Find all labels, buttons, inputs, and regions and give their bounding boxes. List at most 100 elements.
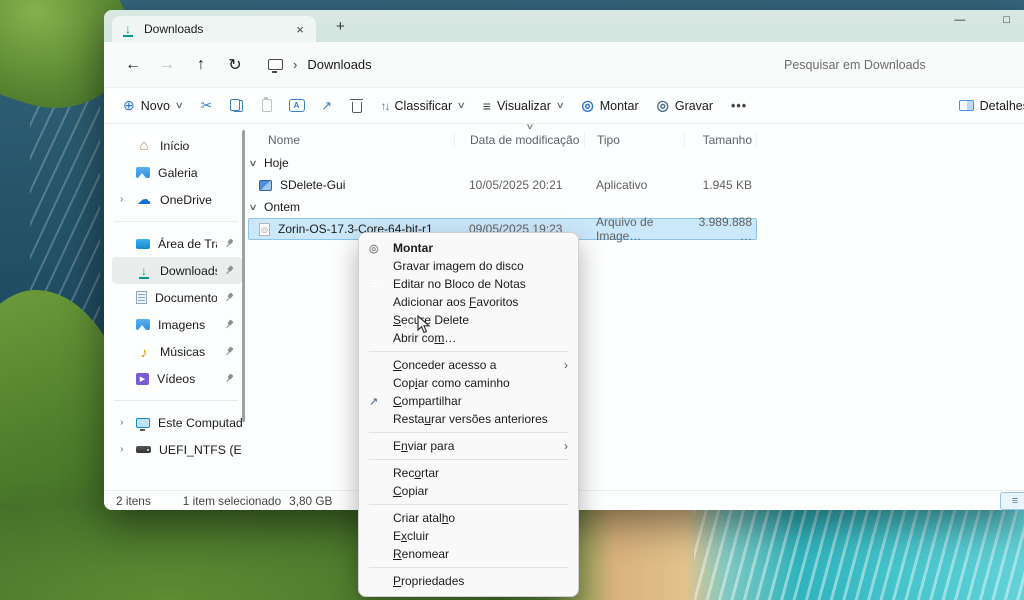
desktop: ↓ Downloads × + — □ ← → ↑ ↻ › Downloads: [0, 0, 1024, 600]
sidebar-item-label: UEFI_NTFS (E:): [159, 443, 242, 457]
view-button[interactable]: ≡ Visualizar ∨: [474, 92, 573, 120]
search-input[interactable]: [784, 52, 974, 78]
group-label: Ontem: [264, 200, 300, 214]
file-size-cell: 3.989.888 …: [684, 215, 756, 243]
menu-item[interactable]: Recortar: [363, 464, 574, 482]
menu-item[interactable]: Renomear: [363, 545, 574, 563]
menu-item[interactable]: Excluir: [363, 527, 574, 545]
drive-icon: [136, 446, 151, 453]
back-button[interactable]: ←: [116, 56, 150, 74]
menu-item-label: Conceder acesso a: [393, 358, 564, 372]
explorer-tab-downloads[interactable]: ↓ Downloads ×: [112, 16, 316, 42]
sidebar-item-documentos[interactable]: Documentos: [112, 284, 242, 311]
selection-count: 1 item selecionado: [183, 494, 281, 508]
sort-arrows-icon: ↑↓: [381, 99, 389, 113]
menu-divider: [369, 567, 568, 568]
menu-item-label: Copiar: [393, 484, 568, 498]
menu-item[interactable]: Propriedades: [363, 572, 574, 590]
menu-item[interactable]: Restaurar versões anteriores: [363, 410, 574, 428]
maximize-button[interactable]: □: [997, 12, 1016, 28]
notepad-icon: [369, 278, 393, 290]
sidebar-item-inicio[interactable]: ⌂Início: [112, 132, 242, 159]
view-label: Visualizar: [497, 99, 551, 113]
menu-divider: [369, 459, 568, 460]
sidebar-item-este-computador[interactable]: ›Este Computador: [112, 409, 242, 436]
details-view-toggle[interactable]: ≡: [1000, 492, 1024, 510]
menu-item-label: Criar atalho: [393, 511, 568, 525]
sort-button[interactable]: ↑↓ Classificar ∨: [372, 92, 474, 120]
menu-item-label: Recortar: [393, 466, 568, 480]
copy-icon: [230, 99, 243, 112]
column-header-3[interactable]: Tipo: [585, 132, 685, 148]
sidebar-scrollbar[interactable]: [242, 130, 245, 422]
menu-item[interactable]: Copiar: [363, 482, 574, 500]
column-header-1[interactable]: Nome: [248, 132, 455, 148]
file-row[interactable]: SDelete-Gui10/05/2025 20:21Aplicativo1.9…: [248, 174, 757, 196]
chevron-down-icon: ∨: [175, 100, 184, 111]
file-rows: ∨HojeSDelete-Gui10/05/2025 20:21Aplicati…: [248, 152, 1024, 240]
pin-icon: [223, 237, 236, 250]
tab-strip: ↓ Downloads × + — □: [104, 10, 1024, 42]
menu-item[interactable]: Gravar imagem do disco: [363, 257, 574, 275]
items-count: 2 itens: [116, 494, 151, 508]
menu-item[interactable]: Criar atalho: [363, 509, 574, 527]
pc-icon: [136, 418, 150, 428]
menu-item[interactable]: Conceder acesso a›: [363, 356, 574, 374]
rename-button[interactable]: A: [282, 92, 312, 120]
expander-icon[interactable]: ›: [120, 444, 128, 455]
mount-button[interactable]: ◎ Montar: [573, 92, 648, 120]
chevron-right-icon: ›: [293, 57, 297, 72]
group-header[interactable]: ∨Hoje: [248, 152, 1024, 174]
paste-button[interactable]: [252, 92, 282, 120]
details-pane-button[interactable]: Detalhes: [950, 92, 1024, 120]
menu-item[interactable]: ↗Compartilhar: [363, 392, 574, 410]
expander-icon[interactable]: ›: [120, 417, 128, 428]
sidebar-item-downloads[interactable]: ↓Downloads: [112, 257, 242, 284]
list-lines-icon: ≡: [483, 98, 491, 114]
chevron-down-icon: ∨: [556, 100, 565, 111]
menu-item[interactable]: Editar no Bloco de Notas: [363, 275, 574, 293]
sidebar-item-onedrive[interactable]: ›☁OneDrive: [112, 186, 242, 213]
more-options-button[interactable]: •••: [722, 92, 756, 120]
details-view-icon: ≡: [1012, 495, 1018, 507]
menu-item[interactable]: ◎Montar: [363, 239, 574, 257]
navigation-bar: ← → ↑ ↻ › Downloads: [104, 42, 1024, 88]
menu-item[interactable]: Abrir com…: [363, 329, 574, 347]
sidebar-item-videos[interactable]: ▶Vídeos: [112, 365, 242, 392]
file-name: SDelete-Gui: [280, 178, 345, 192]
menu-divider: [369, 432, 568, 433]
burn-label: Gravar: [675, 99, 713, 113]
new-tab-button[interactable]: +: [336, 18, 345, 35]
refresh-button[interactable]: ↻: [218, 55, 252, 75]
minimize-button[interactable]: —: [948, 12, 971, 28]
delete-button[interactable]: [342, 92, 372, 120]
tab-close-icon[interactable]: ×: [292, 22, 308, 37]
new-button[interactable]: ⊕ Novo ∨: [114, 92, 192, 120]
menu-item[interactable]: Secure Delete: [363, 311, 574, 329]
file-date-cell: 10/05/2025 20:21: [454, 178, 584, 192]
sidebar-item-galeria[interactable]: Galeria: [112, 159, 242, 186]
selection-size: 3,80 GB: [289, 494, 332, 508]
cut-button[interactable]: ✂: [192, 92, 222, 120]
copy-button[interactable]: [222, 92, 252, 120]
sidebar-item-musicas[interactable]: ♪Músicas: [112, 338, 242, 365]
menu-item[interactable]: Enviar para›: [363, 437, 574, 455]
pin-icon: [223, 345, 236, 358]
burn-button[interactable]: ◎ Gravar: [648, 92, 722, 120]
expander-icon[interactable]: ›: [120, 194, 128, 205]
column-header-label: Tamanho: [703, 133, 752, 147]
sidebar-item-area-de-trabalho[interactable]: Área de Trab: [112, 230, 242, 257]
column-header-2[interactable]: Data de modificação∨: [455, 132, 585, 148]
sidebar-item-imagens[interactable]: Imagens: [112, 311, 242, 338]
forward-button[interactable]: →: [150, 56, 184, 74]
menu-item[interactable]: Adicionar aos Favoritos: [363, 293, 574, 311]
breadcrumb-location[interactable]: Downloads: [307, 57, 371, 72]
sidebar-item-uefi-ntfs[interactable]: › UEFI_NTFS (E:): [112, 436, 242, 463]
column-header-4[interactable]: Tamanho: [685, 132, 757, 148]
menu-item[interactable]: Copiar como caminho: [363, 374, 574, 392]
column-header-label: Nome: [268, 133, 300, 147]
share-button[interactable]: ↗: [312, 92, 342, 120]
pin-icon: [223, 264, 236, 277]
mount-label: Montar: [600, 99, 639, 113]
up-button[interactable]: ↑: [184, 56, 218, 74]
